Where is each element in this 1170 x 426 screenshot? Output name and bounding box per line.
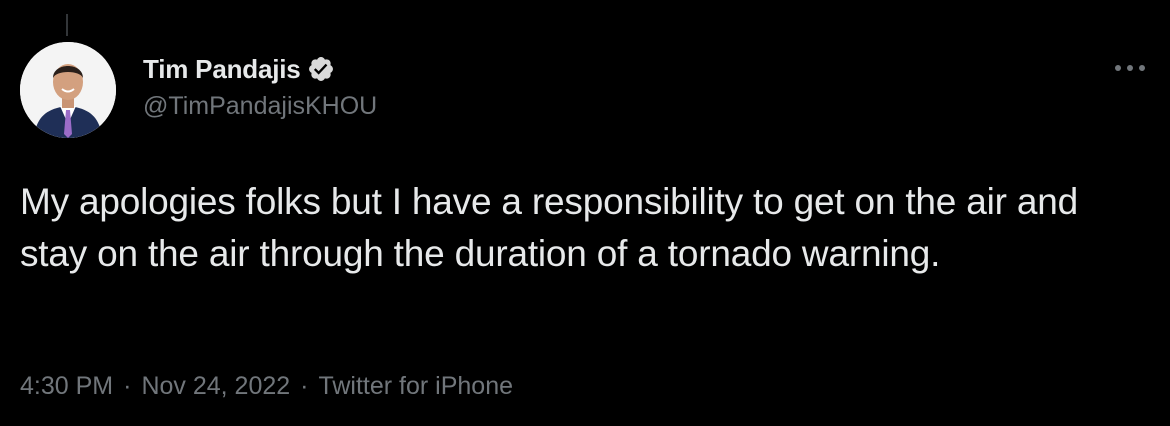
tweet-date[interactable]: Nov 24, 2022 [141, 372, 290, 401]
tweet-text: My apologies folks but I have a responsi… [20, 181, 1078, 274]
author-name-row[interactable]: Tim Pandajis [143, 52, 335, 86]
author-avatar[interactable] [20, 42, 116, 138]
tweet-time[interactable]: 4:30 PM [20, 372, 113, 401]
author-display-name[interactable]: Tim Pandajis [143, 54, 301, 85]
tweet-source[interactable]: Twitter for iPhone [318, 372, 513, 401]
verified-badge-icon [307, 55, 335, 83]
author-handle[interactable]: @TimPandajisKHOU [143, 92, 377, 121]
avatar-photo-icon [20, 42, 116, 138]
more-options-button[interactable] [1110, 56, 1150, 80]
meta-separator: · [123, 372, 132, 400]
more-options-icon [1115, 65, 1145, 71]
thread-connector-line [66, 14, 68, 36]
meta-separator: · [300, 372, 309, 400]
tweet-meta-row: 4:30 PM · Nov 24, 2022 · Twitter for iPh… [20, 372, 513, 401]
